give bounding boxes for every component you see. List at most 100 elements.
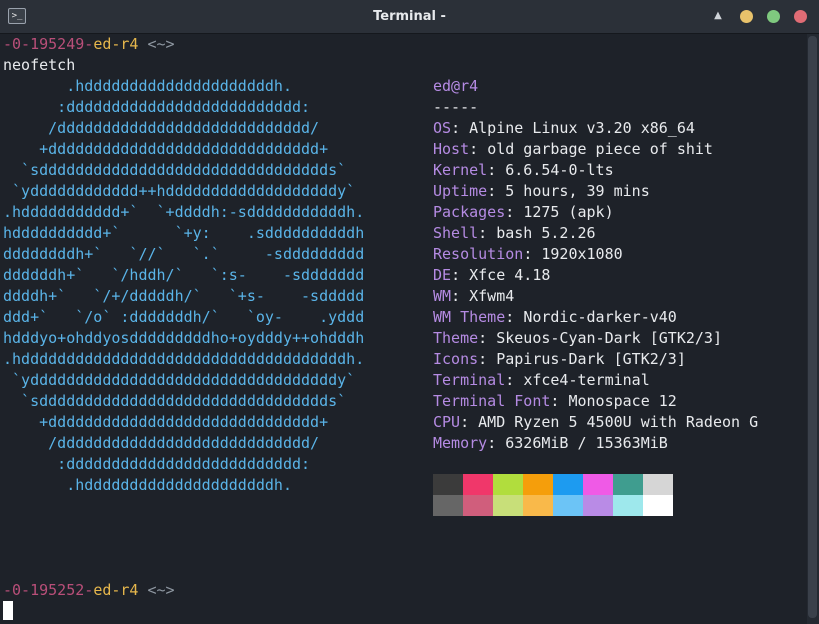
- ascii-logo-line: /dddddddddddddddddddddddddddd/: [3, 119, 320, 137]
- prompt-host: ed-r4: [93, 35, 139, 53]
- info-key: Kernel: [433, 161, 488, 179]
- info-colon: :: [505, 308, 524, 326]
- info-value: 6326MiB / 15363MiB: [505, 434, 668, 452]
- info-colon: :: [451, 287, 470, 305]
- info-colon: :: [487, 434, 506, 452]
- prompt-dir: <~>: [138, 581, 175, 599]
- info-colon: :: [451, 119, 470, 137]
- info-colon: :: [478, 224, 497, 242]
- text-cursor: [3, 601, 13, 620]
- info-key: Memory: [433, 434, 488, 452]
- info-value: Papirus-Dark [GTK2/3]: [496, 350, 686, 368]
- shell-prompt-2: -0-195252-ed-r4 <~>: [3, 580, 175, 601]
- info-value: 1275 (apk): [523, 203, 614, 221]
- info-value: Xfce 4.18: [469, 266, 551, 284]
- info-colon: :: [505, 371, 524, 389]
- info-key: Theme: [433, 329, 479, 347]
- info-key: OS: [433, 119, 452, 137]
- ascii-logo-line: ddddh+` `/+/dddddh/` `+s- -sddddd: [3, 287, 365, 305]
- info-row: Theme: Skeuos-Cyan-Dark [GTK2/3]: [433, 328, 722, 349]
- palette-swatch-bright-1: [463, 495, 493, 516]
- info-row: Shell: bash 5.2.26: [433, 223, 596, 244]
- palette-swatch-bright-6: [613, 495, 643, 516]
- palette-swatch-normal-1: [463, 474, 493, 495]
- ascii-logo-line: :dddddddddddddddddddddddddd:: [3, 455, 311, 473]
- prompt-host: ed-r4: [93, 581, 139, 599]
- info-value: xfce4-terminal: [523, 371, 650, 389]
- info-value: Xfwm4: [469, 287, 515, 305]
- info-key: Shell: [433, 224, 479, 242]
- ascii-logo-line: `ydddddddddddd++hdddddddddddddddddddy`: [3, 182, 356, 200]
- prompt-number: -0-195249-: [3, 35, 94, 53]
- info-row: Uptime: 5 hours, 39 mins: [433, 181, 650, 202]
- ascii-logo-line: .hddddddddddddddddddddddddddddddddddddh.: [3, 350, 365, 368]
- info-userhost: ed@r4: [433, 77, 479, 95]
- info-colon: :: [550, 392, 569, 410]
- palette-swatch-normal-4: [553, 474, 583, 495]
- info-value: 1920x1080: [541, 245, 623, 263]
- info-key: Uptime: [433, 182, 488, 200]
- minimize-button[interactable]: [740, 10, 753, 23]
- info-colon: :: [478, 350, 497, 368]
- info-colon: :: [469, 140, 488, 158]
- command-line: neofetch: [3, 56, 76, 74]
- prompt-number: -0-195252-: [3, 581, 94, 599]
- info-colon: :: [523, 245, 542, 263]
- ascii-logo-line: ddddddddh+` `//` `.` -sddddddddd: [3, 245, 365, 263]
- info-row: Kernel: 6.6.54-0-lts: [433, 160, 614, 181]
- ascii-logo-line: .hdddddddddddddddddddddh.: [3, 77, 292, 95]
- info-row: Icons: Papirus-Dark [GTK2/3]: [433, 349, 686, 370]
- palette-swatch-bright-4: [553, 495, 583, 516]
- info-row: Host: old garbage piece of shit: [433, 139, 713, 160]
- info-key: Resolution: [433, 245, 524, 263]
- palette-swatch-normal-6: [613, 474, 643, 495]
- title-bar[interactable]: >_ Terminal - ▲: [0, 0, 819, 34]
- info-colon: :: [487, 182, 506, 200]
- info-row: CPU: AMD Ryzen 5 4500U with Radeon G: [433, 412, 758, 433]
- info-row: Memory: 6326MiB / 15363MiB: [433, 433, 668, 454]
- info-row: OS: Alpine Linux v3.20 x86_64: [433, 118, 695, 139]
- info-value: 6.6.54-0-lts: [505, 161, 614, 179]
- info-key: Icons: [433, 350, 479, 368]
- window-title: Terminal -: [373, 9, 446, 24]
- palette-swatch-bright-2: [493, 495, 523, 516]
- ascii-logo-line: .hddddddddddd+` `+ddddh:-sdddddddddddh.: [3, 203, 365, 221]
- info-key: DE: [433, 266, 452, 284]
- info-colon: :: [487, 161, 506, 179]
- info-row: WM Theme: Nordic-darker-v40: [433, 307, 677, 328]
- info-value: Skeuos-Cyan-Dark [GTK2/3]: [496, 329, 722, 347]
- info-value: Alpine Linux v3.20 x86_64: [469, 119, 695, 137]
- info-key: WM: [433, 287, 452, 305]
- ascii-logo-line: +dddddddddddddddddddddddddddddd+: [3, 140, 329, 158]
- palette-swatch-bright-5: [583, 495, 613, 516]
- info-colon: :: [478, 329, 497, 347]
- close-button[interactable]: [794, 10, 807, 23]
- info-key: Host: [433, 140, 470, 158]
- palette-swatch-bright-7: [643, 495, 673, 516]
- ascii-logo-line: `sdddddddddddddddddddddddddddddddds`: [3, 392, 347, 410]
- ascii-logo-line: hdddddddddd+` `+y: .sddddddddddh: [3, 224, 365, 242]
- info-key: Terminal Font: [433, 392, 551, 410]
- palette-swatch-normal-3: [523, 474, 553, 495]
- ascii-logo-line: `yddddddddddddddddddddddddddddddddddy`: [3, 371, 356, 389]
- shade-button-icon[interactable]: ▲: [711, 9, 725, 23]
- info-separator: -----: [433, 98, 479, 116]
- info-colon: :: [460, 413, 479, 431]
- palette-swatch-normal-2: [493, 474, 523, 495]
- info-value: AMD Ryzen 5 4500U with Radeon G: [478, 413, 759, 431]
- info-row: WM: Xfwm4: [433, 286, 514, 307]
- scrollbar-thumb[interactable]: [808, 36, 817, 618]
- ascii-logo-line: .hdddddddddddddddddddddh.: [3, 476, 292, 494]
- palette-swatch-normal-7: [643, 474, 673, 495]
- maximize-button[interactable]: [767, 10, 780, 23]
- info-row: Terminal Font: Monospace 12: [433, 391, 677, 412]
- info-colon: :: [505, 203, 524, 221]
- info-value: Monospace 12: [568, 392, 677, 410]
- ascii-logo-line: hdddyo+ohddyosdddddddddho+oydddy++ohdddh: [3, 329, 365, 347]
- ascii-logo-line: /dddddddddddddddddddddddddddd/: [3, 434, 320, 452]
- info-value: Nordic-darker-v40: [523, 308, 677, 326]
- shell-prompt-1: -0-195249-ed-r4 <~>: [3, 34, 175, 55]
- info-value: bash 5.2.26: [496, 224, 596, 242]
- palette-swatch-normal-0: [433, 474, 463, 495]
- palette-swatch-bright-3: [523, 495, 553, 516]
